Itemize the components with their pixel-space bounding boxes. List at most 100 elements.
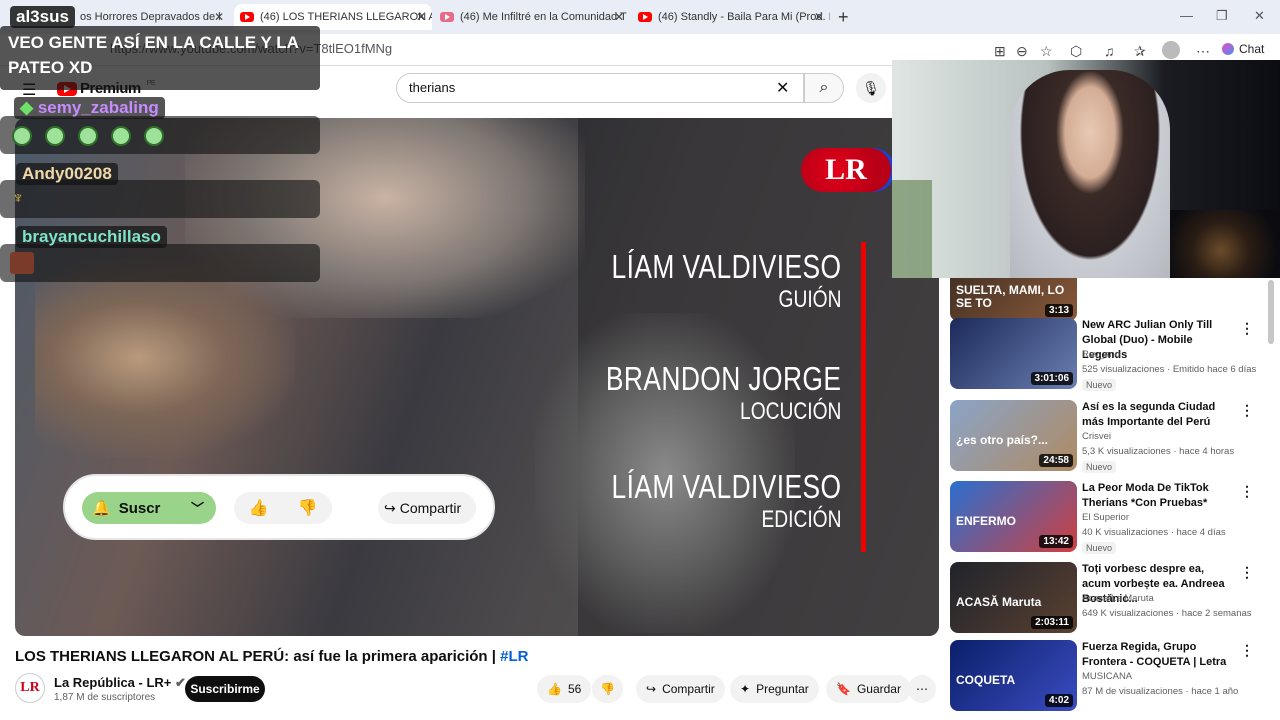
like-count: 56 — [567, 682, 582, 696]
recommendation-channel[interactable]: Acasa La Maruta — [1082, 593, 1154, 604]
video-duration: 24:58 — [1039, 454, 1073, 467]
credit-name: LÍAM VALDIVIESO — [611, 248, 841, 285]
search-input[interactable]: therians — [396, 73, 804, 103]
save-button[interactable]: 🔖 Guardar — [826, 675, 911, 703]
recommendation-title[interactable]: La Peor Moda De TikTok Therians *Con Pru… — [1082, 481, 1234, 511]
extensions-icon[interactable]: ⬡ — [1070, 43, 1082, 60]
video-thumbnail[interactable]: ¿es otro país?... 24:58 — [950, 400, 1077, 471]
emote-icon: ♆ — [12, 190, 24, 207]
apps-icon[interactable]: ⊞ — [994, 43, 1006, 60]
recommendation-title[interactable]: Así es la segunda Ciudad más Importante … — [1082, 400, 1234, 430]
video-thumbnail[interactable]: COQUETA 4:02 — [950, 640, 1077, 711]
close-window-icon[interactable]: ✕ — [1254, 8, 1265, 24]
thumbs-up-icon[interactable]: 👍 — [249, 498, 269, 518]
new-badge: Nuevo — [1082, 461, 1117, 473]
chat-row — [0, 180, 320, 218]
recommendation-title[interactable]: Fuerza Regida, Grupo Frontera - COQUETA … — [1082, 640, 1234, 670]
lr-logo: LR — [801, 148, 891, 192]
credit-name: BRANDON JORGE — [605, 360, 841, 397]
minimize-icon[interactable]: — — [1180, 8, 1193, 23]
chat-button[interactable]: Chat — [1222, 42, 1264, 56]
save-label: Guardar — [856, 682, 901, 696]
emote-icon — [144, 126, 164, 146]
credits-red-bar — [861, 242, 866, 552]
credit-block-1: LÍAM VALDIVIESO GUIÓN — [611, 248, 841, 314]
credit-role: EDICIÓN — [760, 506, 841, 533]
tab-label: (46) Standly - Baila Para Mi (Prod. I — [658, 11, 830, 23]
ask-button[interactable]: ✦ Preguntar — [730, 675, 819, 703]
overlay-subscribe-button[interactable]: 🔔 Suscr ﹀ — [82, 492, 216, 524]
profile-avatar[interactable] — [1162, 41, 1180, 59]
share-button[interactable]: ↪ Compartir — [636, 675, 725, 703]
recommendation-channel[interactable]: El Superior — [1082, 512, 1129, 523]
search-button[interactable]: ⌕ — [804, 73, 844, 103]
thumbnail-text: ENFERMO — [956, 514, 1016, 528]
kebab-menu-icon[interactable]: ⋮ — [1240, 402, 1254, 419]
browser-tab-3[interactable]: (46) Me Infiltré en la Comunidad T ✕ — [434, 4, 630, 30]
recommendation-channel[interactable]: MUSICANA — [1082, 671, 1132, 682]
video-thumbnail[interactable]: ACASĂ Maruta 2:03:11 — [950, 562, 1077, 633]
kebab-menu-icon[interactable]: ⋮ — [1240, 564, 1254, 581]
close-icon[interactable]: ✕ — [416, 10, 426, 24]
star-icon[interactable]: ☆ — [1040, 43, 1053, 60]
new-tab-button[interactable]: + — [838, 4, 858, 30]
mic-button[interactable]: 🎙 — [856, 73, 886, 103]
recommendation-item[interactable]: ¿es otro país?... 24:58 Así es la segunda … — [950, 400, 1254, 476]
emote-icon — [45, 126, 65, 146]
close-icon[interactable]: ✕ — [814, 10, 824, 24]
stream-chat-overlay: al3sus VEO GENTE ASÍ EN LA CALLE Y LA PA… — [0, 0, 320, 290]
chevron-down-icon: ﹀ — [190, 501, 204, 516]
recommendation-channel[interactable]: Crisvei — [1082, 431, 1111, 442]
restore-icon[interactable]: ❐ — [1216, 8, 1228, 24]
recommendation-item[interactable]: ENFERMO 13:42 La Peor Moda De TikTok Theri… — [950, 481, 1254, 557]
recommendation-item[interactable]: COQUETA 4:02 Fuerza Regida, Grupo Frontera… — [950, 640, 1254, 716]
like-button[interactable]: 👍 56 — [537, 675, 592, 703]
clear-icon[interactable]: ✕ — [776, 78, 789, 98]
more-actions-button[interactable]: ⋯ — [908, 675, 936, 703]
recommendation-channel[interactable]: Rov_and — [1082, 349, 1120, 360]
video-thumbnail[interactable]: ENFERMO 13:42 — [950, 481, 1077, 552]
video-duration: 13:42 — [1039, 535, 1073, 548]
chat-label: Chat — [1239, 42, 1265, 56]
favorites-icon[interactable]: ✰ — [1134, 43, 1146, 60]
scrollbar-thumb[interactable] — [1268, 280, 1274, 344]
hashtag-link[interactable]: #LR — [500, 648, 528, 665]
channel-name[interactable]: La República - LR+ ✔ — [54, 675, 186, 691]
bell-icon: 🔔 — [92, 500, 111, 517]
zoom-icon[interactable]: ⊖ — [1016, 43, 1028, 60]
chat-row — [0, 244, 320, 282]
more-icon[interactable]: ⋯ — [1196, 43, 1210, 60]
overlay-like-dislike[interactable]: 👍 👎 — [234, 492, 332, 524]
credit-block-2: BRANDON JORGE LOCUCIÓN — [606, 360, 842, 426]
kebab-menu-icon[interactable]: ⋮ — [1240, 320, 1254, 337]
credit-role: LOCUCIÓN — [739, 398, 841, 425]
channel-avatar[interactable]: LR — [15, 673, 45, 703]
copilot-icon — [1222, 43, 1234, 55]
share-label: Compartir — [662, 682, 715, 696]
chat-username: Andy00208 — [16, 163, 118, 185]
emote-icon — [10, 252, 34, 274]
close-icon[interactable]: ✕ — [614, 10, 624, 24]
kebab-menu-icon[interactable]: ⋮ — [1240, 483, 1254, 500]
kebab-menu-icon[interactable]: ⋮ — [1240, 642, 1254, 659]
recommendation-meta: 649 K visualizaciones · hace 2 semanas — [1082, 608, 1252, 619]
credit-name: LÍAM VALDIVIESO — [611, 468, 841, 505]
webcam-city-lights — [1162, 210, 1280, 278]
recommendation-item[interactable]: 3:01:06 New ARC Julian Only Till Global (… — [950, 318, 1256, 394]
overlay-share-button[interactable]: ↪ Compartir — [378, 492, 476, 524]
dislike-button[interactable]: 👎 — [592, 675, 623, 703]
chat-message: VEO GENTE ASÍ EN LA CALLE Y LA PATEO XD — [0, 26, 320, 90]
browser-tab-4[interactable]: (46) Standly - Baila Para Mi (Prod. I ✕ — [634, 4, 830, 30]
recommendation-item[interactable]: ACASĂ Maruta 2:03:11 Toți vorbesc despre e… — [950, 562, 1254, 638]
video-duration: 2:03:11 — [1031, 616, 1073, 629]
music-icon[interactable]: ♫ — [1104, 43, 1115, 59]
streamer-name: al3sus — [10, 6, 75, 28]
webcam-streamer — [1010, 70, 1170, 278]
thumbnail-text: ACASĂ Maruta — [956, 595, 1042, 609]
recommendation-meta: 525 visualizaciones · Emitido hace 6 día… — [1082, 364, 1257, 375]
subscribe-button[interactable]: Suscribirme — [185, 676, 265, 702]
tab-label: (46) Me Infiltré en la Comunidad T — [460, 11, 627, 23]
video-thumbnail[interactable]: 3:01:06 — [950, 318, 1077, 389]
chat-username: brayancuchillaso — [16, 226, 167, 248]
thumbs-down-icon[interactable]: 👎 — [298, 498, 318, 518]
